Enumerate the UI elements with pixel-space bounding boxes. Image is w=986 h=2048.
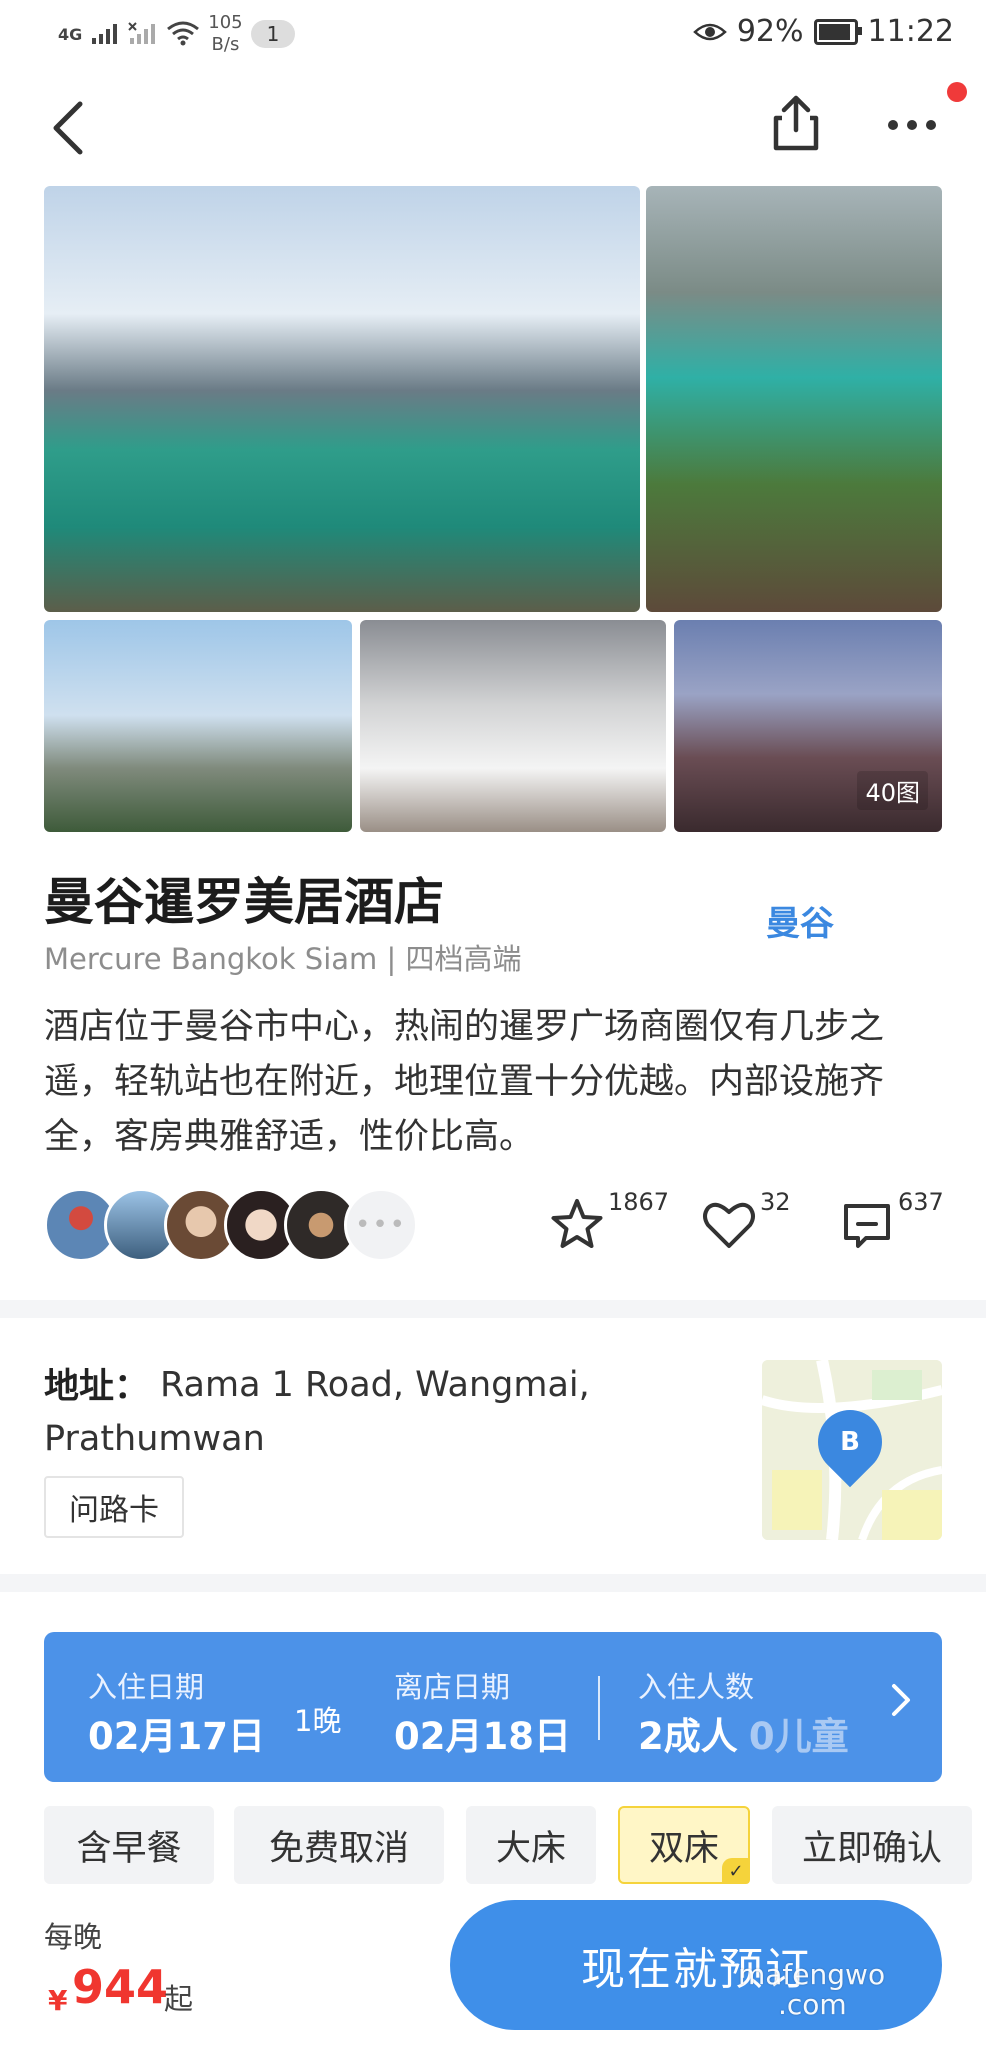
section-divider (0, 1574, 986, 1592)
filter-breakfast[interactable]: 含早餐 (44, 1806, 214, 1884)
watermark: mafengwo .com (738, 1960, 885, 2020)
filter-label: 大床 (495, 1828, 566, 1869)
chevron-right-icon[interactable] (886, 1680, 916, 1720)
checkout-label: 离店日期 (394, 1670, 511, 1704)
status-left: 4G 105 B/s 1 (58, 12, 296, 56)
more-avatars-icon[interactable]: ••• (344, 1188, 418, 1262)
ask-directions-card-button[interactable]: 问路卡 (44, 1476, 184, 1538)
price-suffix: 起 (164, 1982, 194, 2016)
section-divider (0, 1300, 986, 1318)
network-speed-value: 105 (208, 12, 243, 33)
watermark-line2: .com (778, 1988, 847, 2021)
filter-king-bed[interactable]: 大床 (466, 1806, 596, 1884)
hotel-photo-terrace[interactable]: 40图 (674, 620, 942, 832)
date-card-separator (598, 1676, 600, 1740)
filter-instant-confirm[interactable]: 立即确认 (772, 1806, 972, 1884)
checkout-block[interactable]: 离店日期 02月18日 (394, 1664, 571, 1760)
signal-4g-label: 4G (58, 24, 83, 44)
hotel-photo-street[interactable] (44, 620, 352, 832)
battery-percent: 92% (736, 14, 804, 49)
notification-badge: 1 (250, 20, 296, 48)
filter-label: 双床 (648, 1828, 719, 1869)
watermark-line1: mafengwo (738, 1958, 886, 1991)
filter-free-cancel[interactable]: 免费取消 (234, 1806, 444, 1884)
city-link[interactable]: 曼谷 (766, 896, 834, 945)
map-pin-label: B (840, 1427, 860, 1457)
star-icon[interactable] (548, 1196, 606, 1254)
hotel-photo-rooftop[interactable] (646, 186, 942, 612)
checkin-label: 入住日期 (88, 1670, 205, 1704)
eye-icon (693, 23, 727, 40)
favorite-count: 1867 (608, 1188, 670, 1216)
signal-off-icon (128, 22, 156, 44)
clock: 11:22 (867, 14, 954, 49)
photo-count-badge[interactable]: 40图 (857, 771, 928, 810)
per-night-label: 每晚 (44, 1920, 103, 1954)
nights-count: 1晚 (294, 1704, 342, 1738)
notification-dot (947, 82, 967, 102)
price-currency: ¥ (48, 1984, 68, 2017)
filter-label: 含早餐 (76, 1828, 182, 1869)
network-speed: 105 B/s (208, 12, 242, 56)
comment-icon[interactable] (838, 1196, 896, 1254)
check-icon: ✓ (722, 1858, 750, 1884)
status-right: 92% 11:22 (693, 14, 954, 49)
signal-icon (92, 24, 118, 44)
filter-twin-bed[interactable]: 双床 ✓ (618, 1806, 750, 1884)
guests-block[interactable]: 入住人数 2成人 0儿童 (638, 1664, 849, 1760)
hotel-name: 曼谷暹罗美居酒店 (44, 873, 444, 931)
battery-icon (813, 18, 862, 45)
heart-icon[interactable] (700, 1196, 758, 1254)
hotel-subtitle: Mercure Bangkok Siam | 四档高端 (44, 942, 522, 976)
address-text: Rama 1 Road, Wangmai, Prathumwan (44, 1365, 590, 1459)
visitor-avatars[interactable]: ••• (44, 1188, 418, 1262)
adults-count: 2成人 (638, 1715, 738, 1758)
checkin-date: 02月17日 (88, 1715, 265, 1758)
hotel-description: 酒店位于曼谷市中心，热闹的暹罗广场商圈仅有几步之遥，轻轨站也在附近，地理位置十分… (44, 1007, 885, 1157)
share-icon[interactable] (770, 92, 822, 154)
filter-label: 立即确认 (801, 1828, 942, 1869)
comment-stat[interactable]: 637 (838, 1188, 944, 1254)
children-count: 0儿童 (748, 1715, 849, 1758)
like-stat[interactable]: 32 (700, 1188, 791, 1254)
back-arrow-icon[interactable] (46, 100, 90, 156)
like-count: 32 (760, 1188, 791, 1216)
hotel-photo-room[interactable] (360, 620, 666, 832)
favorite-stat[interactable]: 1867 (548, 1188, 669, 1254)
hotel-photo-pool[interactable] (44, 186, 640, 612)
more-dots-icon[interactable] (888, 110, 948, 140)
checkout-date: 02月18日 (394, 1715, 571, 1758)
network-speed-unit: B/s (211, 34, 240, 55)
guests-label: 入住人数 (638, 1670, 755, 1704)
price-value: 944 (72, 1960, 169, 2014)
booking-date-card[interactable]: 入住日期 02月17日 1晚 离店日期 02月18日 入住人数 2成人 0儿童 (44, 1632, 942, 1782)
map-thumbnail[interactable]: B (762, 1360, 942, 1540)
status-bar: 4G 105 B/s 1 92% 11:22 (0, 0, 986, 68)
comment-count: 637 (898, 1188, 944, 1216)
filter-label: 免费取消 (268, 1828, 409, 1869)
checkin-block[interactable]: 入住日期 02月17日 (88, 1664, 265, 1760)
wifi-icon (167, 21, 200, 46)
